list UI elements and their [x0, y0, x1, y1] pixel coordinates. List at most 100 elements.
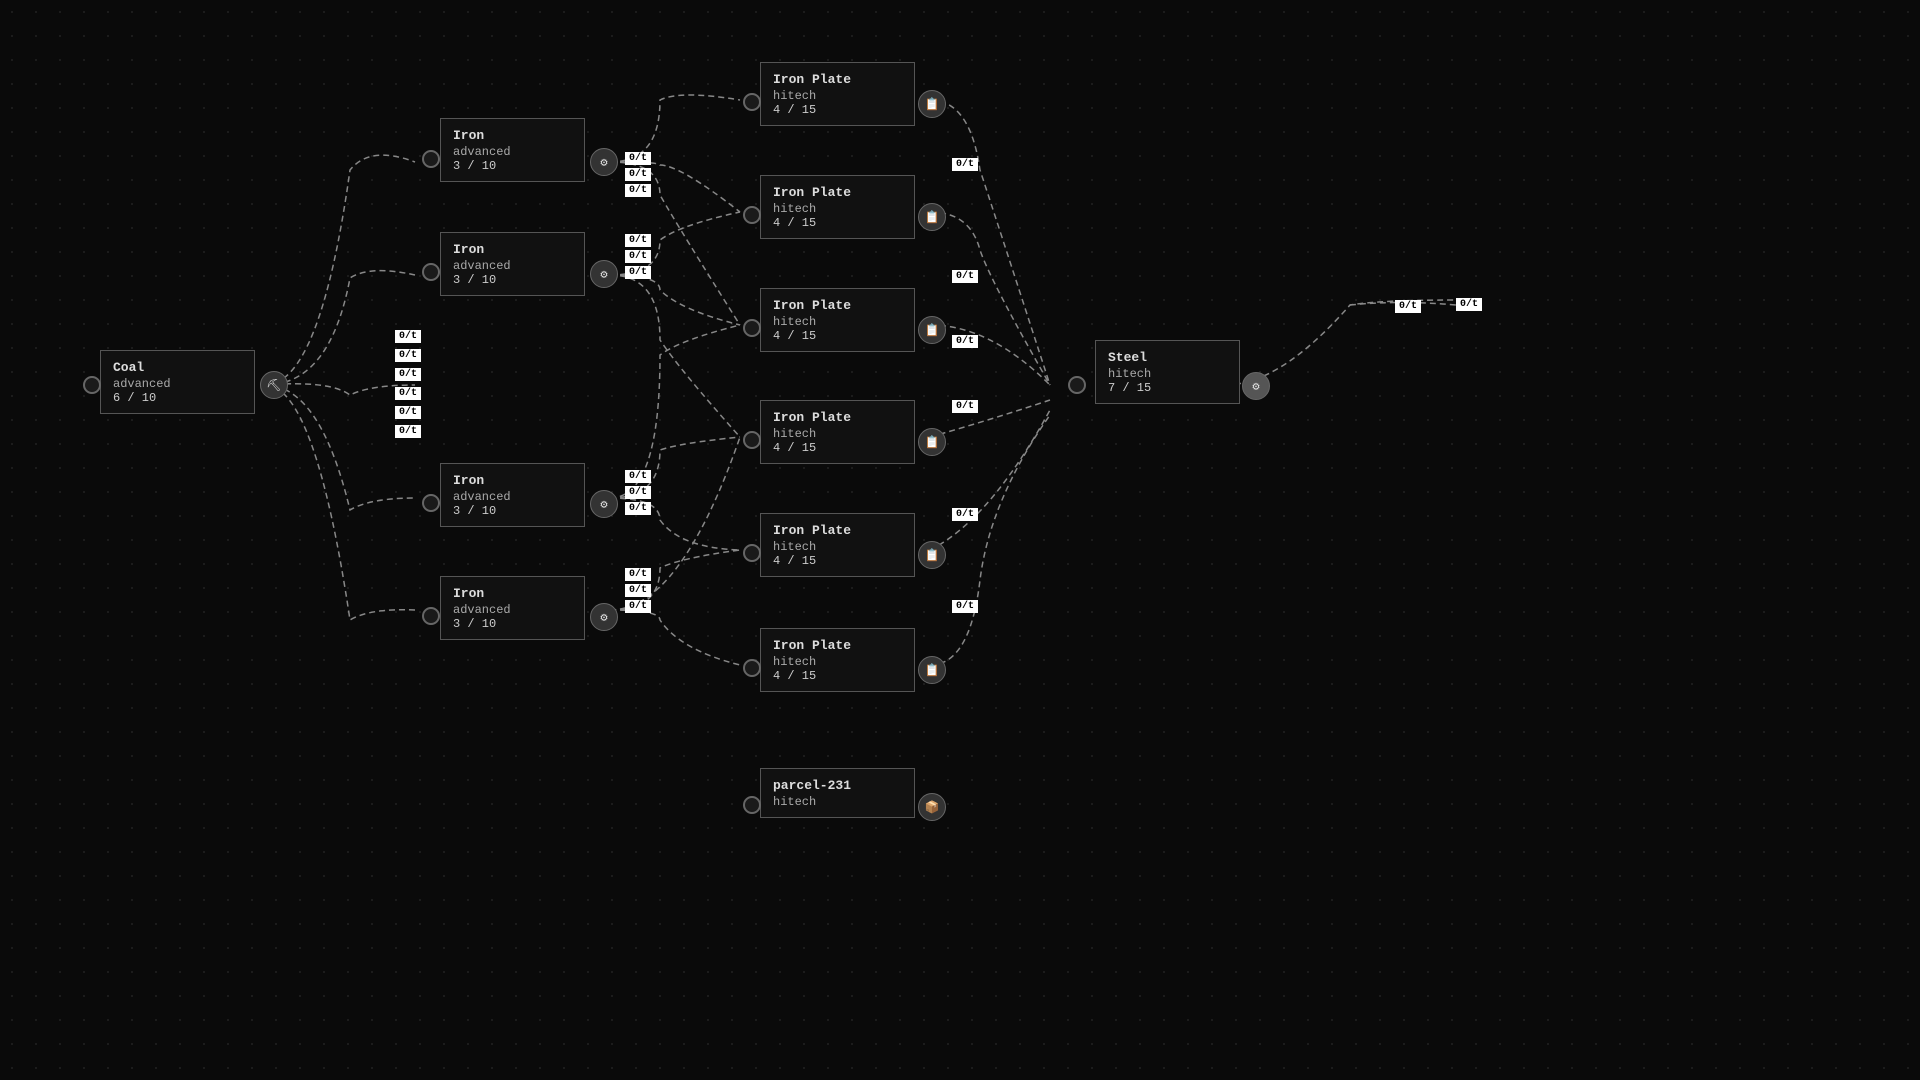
coal-title: Coal [113, 359, 242, 377]
plate3-title: Iron Plate [773, 297, 902, 315]
plate3-value: 4 / 15 [773, 329, 902, 343]
iron3-rate-1: 0/t [625, 470, 651, 483]
iron4-subtitle: advanced [453, 603, 572, 617]
plate4-subtitle: hitech [773, 427, 902, 441]
plate2-input-dot [743, 206, 761, 224]
plate2-node[interactable]: Iron Plate hitech 4 / 15 [760, 175, 915, 239]
plate6-title: Iron Plate [773, 637, 902, 655]
iron3-title: Iron [453, 472, 572, 490]
plate3-node[interactable]: Iron Plate hitech 4 / 15 [760, 288, 915, 352]
plate1-title: Iron Plate [773, 71, 902, 89]
plate3-subtitle: hitech [773, 315, 902, 329]
plate6-icon: 📋 [918, 656, 946, 684]
iron2-title: Iron [453, 241, 572, 259]
plate5-title: Iron Plate [773, 522, 902, 540]
coal-rate-6: 0/t [395, 425, 421, 438]
plate1-value: 4 / 15 [773, 103, 902, 117]
plate5-subtitle: hitech [773, 540, 902, 554]
iron1-value: 3 / 10 [453, 159, 572, 173]
iron1-node[interactable]: Iron advanced 3 / 10 [440, 118, 585, 182]
plate4-input-dot [743, 431, 761, 449]
plate2-value: 4 / 15 [773, 216, 902, 230]
coal-rate-2: 0/t [395, 349, 421, 362]
plate3-icon: 📋 [918, 316, 946, 344]
parcel-title: parcel-231 [773, 777, 902, 795]
iron1-rate-1: 0/t [625, 152, 651, 165]
plate4-title: Iron Plate [773, 409, 902, 427]
plate5-icon: 📋 [918, 541, 946, 569]
parcel-icon: 📦 [918, 793, 946, 821]
iron4-node[interactable]: Iron advanced 3 / 10 [440, 576, 585, 640]
plate2-out-rate: 0/t [952, 270, 978, 283]
iron1-icon: ⚙ [590, 148, 618, 176]
iron3-subtitle: advanced [453, 490, 572, 504]
iron1-subtitle: advanced [453, 145, 572, 159]
iron4-title: Iron [453, 585, 572, 603]
iron2-node[interactable]: Iron advanced 3 / 10 [440, 232, 585, 296]
iron3-input-dot [422, 494, 440, 512]
iron1-rate-2: 0/t [625, 168, 651, 181]
plate1-out-rate: 0/t [952, 158, 978, 171]
coal-icon: ⛏ [260, 371, 288, 399]
iron2-rate-2: 0/t [625, 250, 651, 263]
coal-rate-3: 0/t [395, 368, 421, 381]
coal-input-dot [83, 376, 101, 394]
plate2-title: Iron Plate [773, 184, 902, 202]
iron1-rate-3: 0/t [625, 184, 651, 197]
plate5-node[interactable]: Iron Plate hitech 4 / 15 [760, 513, 915, 577]
plate3-input-dot [743, 319, 761, 337]
iron3-value: 3 / 10 [453, 504, 572, 518]
parcel-node[interactable]: parcel-231 hitech [760, 768, 915, 818]
iron4-rate-2: 0/t [625, 584, 651, 597]
coal-rate-4: 0/t [395, 387, 421, 400]
far-right-rate: 0/t [1456, 298, 1482, 311]
iron2-value: 3 / 10 [453, 273, 572, 287]
plate1-input-dot [743, 93, 761, 111]
iron4-rate-1: 0/t [625, 568, 651, 581]
plate4-value: 4 / 15 [773, 441, 902, 455]
iron1-title: Iron [453, 127, 572, 145]
plate5-value: 4 / 15 [773, 554, 902, 568]
iron2-rate-1: 0/t [625, 234, 651, 247]
iron2-icon: ⚙ [590, 260, 618, 288]
iron4-rate-3: 0/t [625, 600, 651, 613]
steel-out-rate: 0/t [1395, 300, 1421, 313]
iron3-icon: ⚙ [590, 490, 618, 518]
iron2-rate-3: 0/t [625, 266, 651, 279]
plate5-out-rate: 0/t [952, 508, 978, 521]
plate2-icon: 📋 [918, 203, 946, 231]
plate6-node[interactable]: Iron Plate hitech 4 / 15 [760, 628, 915, 692]
steel-value: 7 / 15 [1108, 381, 1227, 395]
iron4-input-dot [422, 607, 440, 625]
plate1-subtitle: hitech [773, 89, 902, 103]
parcel-subtitle: hitech [773, 795, 902, 809]
coal-rate-1: 0/t [395, 330, 421, 343]
plate4-node[interactable]: Iron Plate hitech 4 / 15 [760, 400, 915, 464]
coal-node[interactable]: Coal advanced 6 / 10 [100, 350, 255, 414]
iron1-input-dot [422, 150, 440, 168]
iron2-subtitle: advanced [453, 259, 572, 273]
plate6-input-dot [743, 659, 761, 677]
plate1-icon: 📋 [918, 90, 946, 118]
coal-value: 6 / 10 [113, 391, 242, 405]
parcel-input-dot [743, 796, 761, 814]
steel-node[interactable]: Steel hitech 7 / 15 [1095, 340, 1240, 404]
steel-icon: ⚙ [1242, 372, 1270, 400]
plate3-out-rate: 0/t [952, 335, 978, 348]
iron3-rate-2: 0/t [625, 486, 651, 499]
plate6-subtitle: hitech [773, 655, 902, 669]
coal-subtitle: advanced [113, 377, 242, 391]
steel-input-dot [1068, 376, 1086, 394]
plate5-input-dot [743, 544, 761, 562]
plate1-node[interactable]: Iron Plate hitech 4 / 15 [760, 62, 915, 126]
plate6-value: 4 / 15 [773, 669, 902, 683]
iron4-icon: ⚙ [590, 603, 618, 631]
iron2-input-dot [422, 263, 440, 281]
plate4-out-rate: 0/t [952, 400, 978, 413]
canvas: Coal advanced 6 / 10 ⛏ 0/t 0/t 0/t 0/t 0… [0, 0, 1920, 1080]
iron3-node[interactable]: Iron advanced 3 / 10 [440, 463, 585, 527]
coal-rate-5: 0/t [395, 406, 421, 419]
iron3-rate-3: 0/t [625, 502, 651, 515]
steel-subtitle: hitech [1108, 367, 1227, 381]
plate4-icon: 📋 [918, 428, 946, 456]
